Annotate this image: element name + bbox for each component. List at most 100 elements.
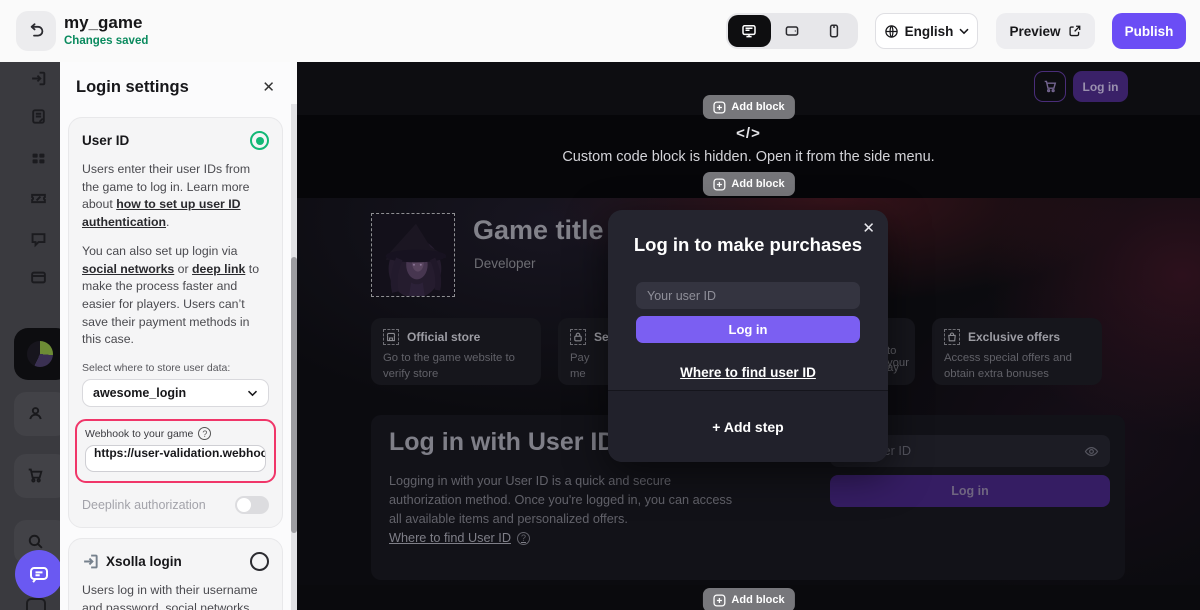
chevron-down-icon (959, 28, 969, 35)
social-networks-link[interactable]: social networks (82, 262, 174, 276)
store-user-data-select[interactable]: awesome_login (82, 379, 269, 408)
code-icon: </> (736, 125, 761, 142)
user-id-radio-selected[interactable] (250, 131, 269, 150)
perk-card-title: Official store (407, 330, 481, 344)
site-builder-app: my_game Changes saved English Preview Pu… (0, 0, 1200, 610)
link-label: Where to find User ID (389, 531, 511, 545)
where-to-find-user-id-link[interactable]: Where to find User ID ? (389, 531, 530, 545)
modal-login-button[interactable]: Log in (636, 316, 860, 343)
language-label: English (904, 23, 954, 39)
user-id-option-card: User ID Users enter their user IDs from … (68, 117, 283, 529)
xsolla-login-icon (82, 553, 99, 570)
xsolla-login-option-card: Xsolla login Users log in with their use… (68, 538, 283, 610)
modal-title: Log in to make purchases (633, 234, 863, 255)
site-preview-canvas: Log in Add block </> Custom code block i… (297, 62, 1200, 610)
project-title: my_game (64, 13, 143, 32)
perk-card-body: Access special offers and obtain extra b… (944, 352, 1072, 381)
promo-ticket-icon[interactable] (30, 190, 47, 207)
login-button-background-form[interactable]: Log in (830, 475, 1110, 507)
undo-icon (27, 22, 45, 40)
plus-square-icon (712, 100, 725, 114)
desktop-icon (741, 23, 757, 39)
panel-scrollbar-thumb[interactable] (291, 257, 297, 533)
add-step-button[interactable]: + Add step (608, 419, 888, 435)
content-block-icon[interactable] (30, 108, 47, 125)
user-id-description-1: Users enter their user IDs from the game… (82, 161, 269, 232)
user-id-input[interactable] (636, 282, 860, 309)
preview-button[interactable]: Preview (996, 13, 1095, 49)
perk-card-title: Exclusive offers (968, 330, 1061, 344)
perk-card-official-store: Official store Go to the game website to… (371, 318, 541, 385)
close-icon[interactable]: ✕ (262, 80, 275, 95)
publish-label: Publish (1124, 23, 1174, 39)
xsolla-radio-unselected[interactable] (250, 552, 269, 572)
storefront-icon (383, 329, 399, 345)
shopping-bag-icon (944, 329, 960, 345)
game-avatar-image[interactable] (371, 213, 455, 298)
eye-icon[interactable] (1084, 445, 1099, 458)
add-block-button-bottom[interactable]: Add block (702, 588, 795, 610)
panel-scrollbar-track (291, 104, 297, 610)
login-purchase-modal: ✕ Log in to make purchases Log in Where … (608, 210, 888, 462)
modal-step-area: + Add step (608, 390, 888, 462)
add-block-button-middle[interactable]: Add block (702, 172, 795, 196)
save-status: Changes saved (64, 35, 149, 47)
perk-card-body: Go to the game website to verify store (383, 352, 515, 381)
deeplink-label: Deeplink authorization (82, 498, 206, 513)
help-icon[interactable]: ? (198, 427, 212, 441)
card-block-icon[interactable] (30, 269, 47, 286)
person-icon (27, 405, 44, 422)
perk-card-text-fragment: ay (887, 362, 899, 374)
chat-block-icon[interactable] (30, 231, 47, 248)
support-chat-button[interactable] (15, 550, 63, 598)
language-selector[interactable]: English (875, 13, 978, 49)
button-label: Log in (951, 484, 989, 498)
user-id-option-title: User ID (82, 133, 130, 148)
site-login-button-top[interactable]: Log in (1073, 71, 1128, 102)
xsolla-description: Users log in with their username and pas… (82, 583, 258, 610)
perk-card-text-fragment: me (570, 368, 586, 381)
add-block-label: Add block (731, 101, 785, 113)
lock-icon (570, 329, 586, 345)
section-description: Logging in with your User ID is a quick … (389, 474, 733, 527)
chevron-down-icon (247, 390, 258, 397)
hidden-menu-item-icon (26, 598, 46, 610)
where-to-find-user-id-link[interactable]: Where to find user ID (608, 365, 888, 380)
panel-title: Login settings (76, 78, 189, 96)
site-cart-button[interactable] (1034, 71, 1066, 102)
device-tablet-button[interactable] (771, 15, 814, 47)
description-text: or (174, 261, 193, 276)
add-block-label: Add block (731, 594, 785, 606)
webhook-label: Webhook to your game (85, 427, 194, 440)
cart-icon (27, 467, 44, 484)
login-block-icon[interactable] (30, 70, 47, 87)
chat-bot-icon (27, 562, 51, 586)
search-icon (27, 533, 44, 550)
custom-code-message: Custom code block is hidden. Open it fro… (562, 149, 935, 165)
deep-link-link[interactable]: deep link (192, 262, 245, 276)
webhook-input[interactable]: https://user-validation.webhook (85, 445, 266, 473)
plus-square-icon (712, 593, 725, 607)
editor-sidebar (0, 62, 70, 610)
device-switcher (726, 13, 858, 49)
publish-button[interactable]: Publish (1112, 13, 1186, 49)
plus-square-icon (712, 177, 725, 191)
undo-button[interactable] (16, 11, 56, 51)
game-title: Game title (473, 215, 604, 245)
tablet-icon (784, 23, 800, 39)
game-developer: Developer (474, 256, 536, 271)
xsolla-option-title: Xsolla login (106, 554, 182, 570)
add-block-button-top[interactable]: Add block (702, 95, 795, 119)
editor-topbar: my_game Changes saved English Preview Pu… (0, 0, 1200, 62)
deeplink-toggle[interactable] (235, 496, 269, 515)
add-block-label: Add block (731, 178, 785, 190)
perk-card-exclusive-offers: Exclusive offers Access special offers a… (932, 318, 1102, 385)
device-mobile-button[interactable] (813, 15, 856, 47)
device-desktop-button[interactable] (728, 15, 771, 47)
store-user-data-value: awesome_login (93, 386, 187, 401)
store-user-data-label: Select where to store user data: (82, 362, 231, 375)
login-settings-panel: Login settings ✕ User ID Users enter the… (60, 62, 291, 610)
globe-icon (884, 24, 899, 39)
catalog-grid-icon[interactable] (30, 150, 47, 167)
perk-card-text-fragment: Pay (570, 352, 590, 364)
